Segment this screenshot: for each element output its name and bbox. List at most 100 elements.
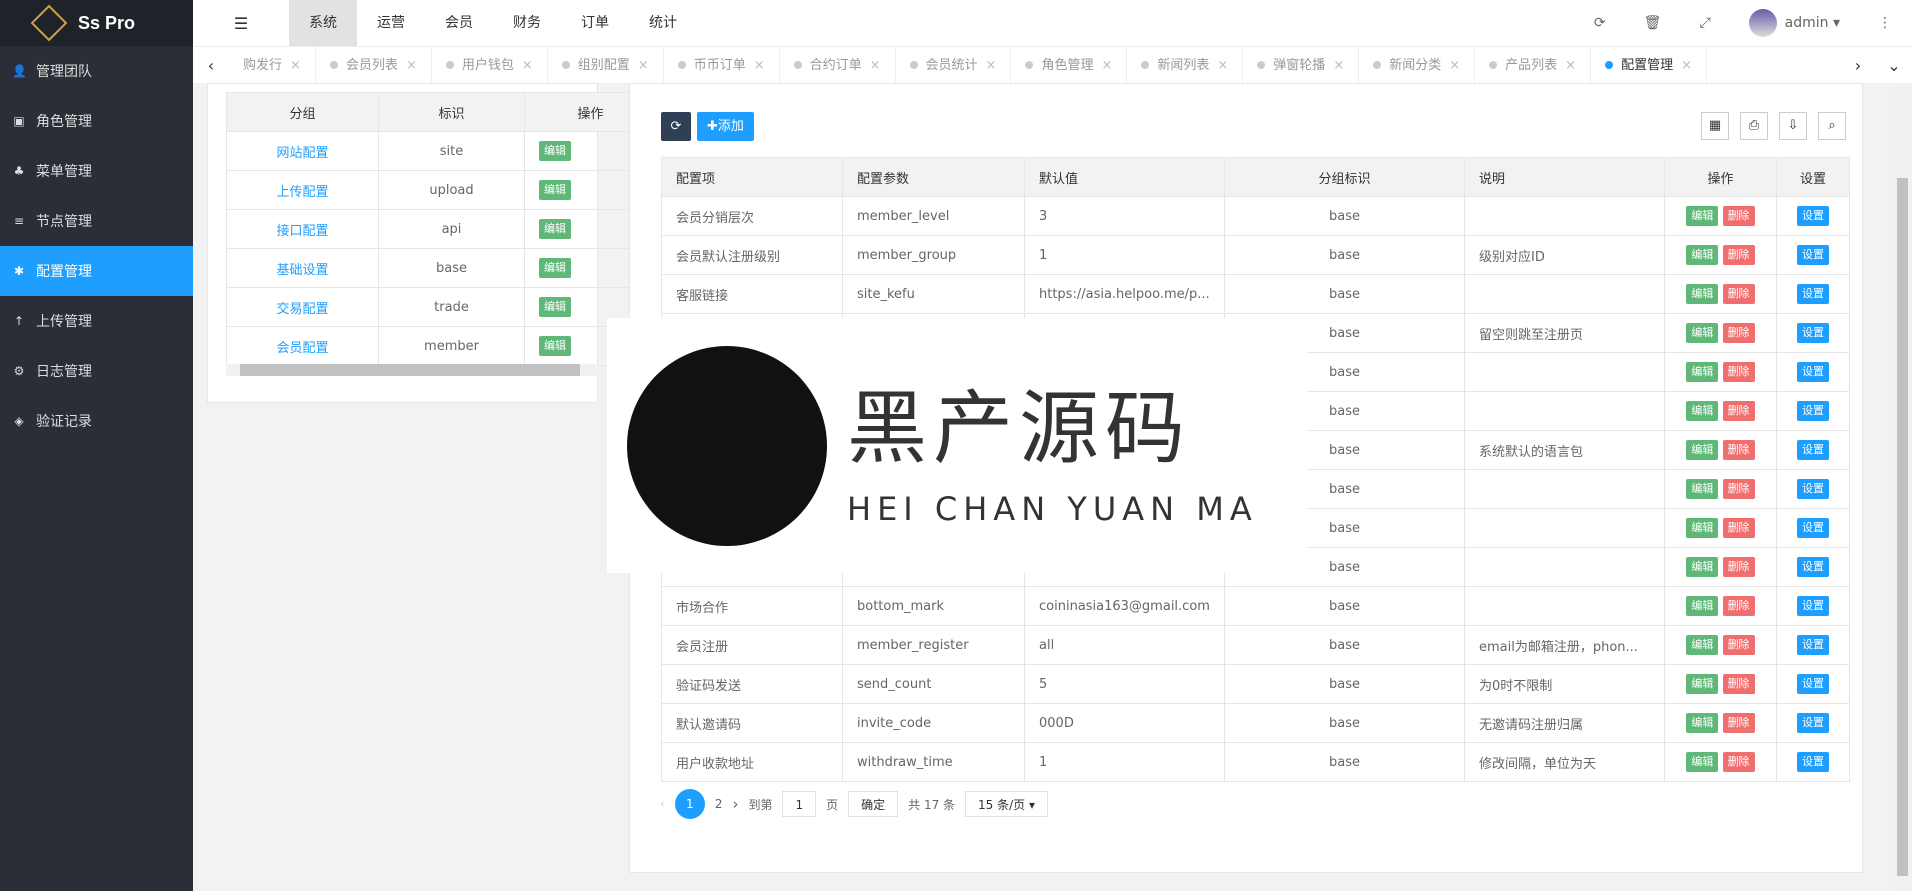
sidebar-item-0[interactable]: 👤 管理团队	[0, 46, 193, 96]
tab[interactable]: 新闻列表 ×	[1127, 46, 1244, 84]
delete-button[interactable]: 删除	[1722, 557, 1755, 577]
delete-button[interactable]: 删除	[1722, 323, 1755, 343]
delete-button[interactable]: 删除	[1722, 635, 1755, 655]
sidebar-item-5[interactable]: ↑ 上传管理	[0, 296, 193, 346]
delete-button[interactable]: 删除	[1722, 206, 1755, 226]
tab[interactable]: 弹窗轮播 ×	[1243, 46, 1360, 84]
tab-close-icon[interactable]: ×	[290, 58, 301, 73]
settings-button[interactable]: 设置	[1797, 596, 1829, 616]
refresh-button[interactable]: ⟳	[661, 112, 691, 141]
settings-button[interactable]: 设置	[1797, 557, 1829, 577]
edit-button[interactable]: 编辑	[1686, 635, 1719, 655]
edit-button[interactable]: 编辑	[539, 258, 571, 278]
horizontal-scrollbar[interactable]	[226, 364, 598, 376]
user-menu[interactable]: admin ▾	[1748, 9, 1840, 37]
edit-button[interactable]: 编辑	[1686, 518, 1719, 538]
tab[interactable]: 会员统计 ×	[896, 46, 1012, 84]
topnav-item[interactable]: 订单	[561, 0, 629, 46]
edit-button[interactable]: 编辑	[539, 141, 571, 161]
sidebar-item-2[interactable]: ♣ 菜单管理	[0, 146, 193, 196]
prev-page-icon[interactable]: ‹	[660, 797, 665, 811]
topnav-item[interactable]: 会员	[425, 0, 493, 46]
group-name-link[interactable]: 接口配置	[226, 209, 379, 249]
group-name-link[interactable]: 网站配置	[226, 131, 379, 171]
tab-close-icon[interactable]: ×	[754, 58, 765, 73]
settings-button[interactable]: 设置	[1797, 674, 1829, 694]
page-scrollbar[interactable]	[1893, 83, 1912, 891]
tab[interactable]: 会员列表 ×	[316, 46, 432, 84]
app-logo[interactable]: Ss Pro	[0, 0, 193, 46]
menu-toggle-icon[interactable]: ☰	[193, 14, 289, 33]
tab-close-icon[interactable]: ×	[406, 58, 417, 73]
delete-button[interactable]: 删除	[1722, 479, 1755, 499]
settings-button[interactable]: 设置	[1797, 713, 1829, 733]
tabs-dropdown-icon[interactable]: ⌄	[1876, 56, 1912, 75]
edit-button[interactable]: 编辑	[539, 336, 571, 356]
edit-button[interactable]: 编辑	[1686, 206, 1719, 226]
columns-icon[interactable]: ▦	[1701, 112, 1729, 140]
edit-button[interactable]: 编辑	[1686, 323, 1719, 343]
settings-button[interactable]: 设置	[1797, 362, 1829, 382]
edit-button[interactable]: 编辑	[1686, 713, 1719, 733]
edit-button[interactable]: 编辑	[1686, 479, 1719, 499]
per-page-select[interactable]: 15 条/页 ▾	[965, 791, 1049, 817]
settings-button[interactable]: 设置	[1797, 635, 1829, 655]
group-name-link[interactable]: 上传配置	[226, 170, 379, 210]
tab-close-icon[interactable]: ×	[1681, 58, 1692, 73]
sidebar-item-7[interactable]: ◈ 验证记录	[0, 396, 193, 446]
sidebar-item-6[interactable]: ⚙ 日志管理	[0, 346, 193, 396]
more-icon[interactable]: ⋮	[1878, 15, 1892, 31]
edit-button[interactable]: 编辑	[1686, 596, 1719, 616]
settings-button[interactable]: 设置	[1797, 479, 1829, 499]
page-1[interactable]: 1	[674, 789, 705, 819]
tab[interactable]: 角色管理 ×	[1011, 46, 1128, 84]
sidebar-item-4[interactable]: ✱ 配置管理	[0, 246, 193, 296]
settings-button[interactable]: 设置	[1797, 323, 1829, 343]
tab-close-icon[interactable]: ×	[870, 58, 881, 73]
add-button[interactable]: ✚添加	[697, 112, 754, 141]
tab-close-icon[interactable]: ×	[1333, 58, 1344, 73]
settings-button[interactable]: 设置	[1797, 752, 1829, 772]
refresh-icon[interactable]: ⟳	[1594, 15, 1606, 31]
tabs-prev-icon[interactable]: ‹	[193, 56, 229, 75]
export-icon[interactable]: ⇩	[1779, 112, 1807, 140]
tab[interactable]: 产品列表 ×	[1475, 46, 1592, 84]
delete-button[interactable]: 删除	[1722, 752, 1755, 772]
tab-close-icon[interactable]: ×	[522, 58, 533, 73]
delete-button[interactable]: 删除	[1722, 440, 1755, 460]
tab-close-icon[interactable]: ×	[1217, 58, 1228, 73]
tabs-next-icon[interactable]: ›	[1840, 56, 1876, 75]
tab[interactable]: 购发行 ×	[229, 46, 316, 84]
tab[interactable]: 组别配置 ×	[548, 46, 664, 84]
edit-button[interactable]: 编辑	[1686, 245, 1719, 265]
tab[interactable]: 新闻分类 ×	[1359, 46, 1476, 84]
delete-button[interactable]: 删除	[1722, 713, 1755, 733]
settings-button[interactable]: 设置	[1797, 206, 1829, 226]
group-name-link[interactable]: 基础设置	[226, 248, 379, 288]
delete-button[interactable]: 删除	[1722, 674, 1755, 694]
topnav-item[interactable]: 系统	[289, 0, 357, 46]
trash-icon[interactable]: 🗑	[1644, 15, 1662, 31]
topnav-item[interactable]: 运营	[357, 0, 425, 46]
tab-close-icon[interactable]: ×	[1565, 58, 1576, 73]
edit-button[interactable]: 编辑	[1686, 557, 1719, 577]
edit-button[interactable]: 编辑	[1686, 362, 1719, 382]
delete-button[interactable]: 删除	[1722, 245, 1755, 265]
settings-button[interactable]: 设置	[1797, 440, 1829, 460]
tab[interactable]: 币币订单 ×	[664, 46, 780, 84]
fullscreen-icon[interactable]: ⤢	[1699, 15, 1710, 31]
page-2[interactable]: 2	[715, 797, 723, 811]
edit-button[interactable]: 编辑	[539, 297, 571, 317]
group-name-link[interactable]: 会员配置	[226, 326, 379, 366]
tab[interactable]: 配置管理 ×	[1591, 46, 1707, 84]
next-page-icon[interactable]: ›	[732, 795, 738, 813]
sidebar-item-1[interactable]: ▣ 角色管理	[0, 96, 193, 146]
settings-button[interactable]: 设置	[1797, 245, 1829, 265]
tab-close-icon[interactable]: ×	[638, 58, 649, 73]
edit-button[interactable]: 编辑	[539, 219, 571, 239]
edit-button[interactable]: 编辑	[539, 180, 571, 200]
settings-button[interactable]: 设置	[1797, 518, 1829, 538]
topnav-item[interactable]: 财务	[493, 0, 561, 46]
tab[interactable]: 合约订单 ×	[780, 46, 896, 84]
tab-close-icon[interactable]: ×	[1101, 58, 1112, 73]
